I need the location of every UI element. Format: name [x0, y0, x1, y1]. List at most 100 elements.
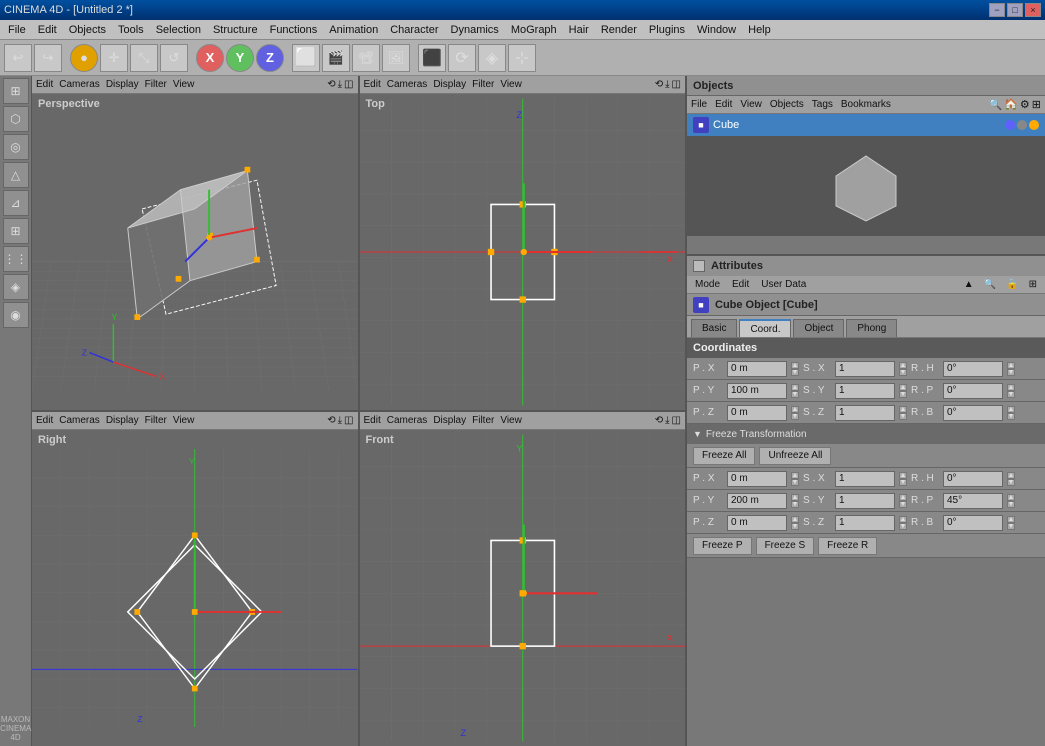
menu-character[interactable]: Character	[384, 22, 444, 38]
attr-icon-add[interactable]: ⊞	[1025, 278, 1041, 291]
freeze-all-button[interactable]: Freeze All	[693, 447, 755, 465]
vp-front-icon2[interactable]: ⤓	[665, 415, 669, 426]
vp-top-display[interactable]: Display	[433, 79, 466, 90]
obj-search-icon[interactable]: 🔍	[989, 98, 1003, 111]
coord-sx-input[interactable]: 1	[835, 361, 895, 377]
freeze-rp-input[interactable]: 45°	[943, 493, 1003, 509]
vp-top-view[interactable]: View	[500, 79, 522, 90]
vp-front-cameras[interactable]: Cameras	[387, 415, 428, 426]
vp-top-canvas[interactable]: Top	[360, 94, 686, 410]
vp-right-canvas[interactable]: Right	[32, 430, 358, 746]
menu-structure[interactable]: Structure	[207, 22, 264, 38]
menu-objects[interactable]: Objects	[63, 22, 112, 38]
coord-px-input[interactable]: 0 m	[727, 361, 787, 377]
coord-sy-input[interactable]: 1	[835, 383, 895, 399]
y-axis-button[interactable]: Y	[226, 44, 254, 72]
object-tool[interactable]: ⬜	[292, 44, 320, 72]
tab-basic[interactable]: Basic	[691, 319, 737, 337]
vp-icon3[interactable]: ◫	[344, 79, 353, 90]
freeze-r-button[interactable]: Freeze R	[818, 537, 877, 555]
left-btn-tool6[interactable]: ⊞	[3, 218, 29, 244]
obj-dot-orange[interactable]	[1029, 120, 1039, 130]
coord-rh-input[interactable]: 0°	[943, 361, 1003, 377]
attr-icon-search[interactable]: 🔍	[980, 278, 1000, 291]
freeze-sx-arrows[interactable]: ▲▼	[899, 472, 907, 486]
left-btn-select[interactable]: ⊞	[3, 78, 29, 104]
obj-menu-objects[interactable]: Objects	[770, 99, 804, 110]
menu-render[interactable]: Render	[595, 22, 643, 38]
freeze-rp-arrows[interactable]: ▲▼	[1007, 494, 1015, 508]
freeze-rb-input[interactable]: 0°	[943, 515, 1003, 531]
freeze-arrow-icon[interactable]: ▼	[693, 429, 702, 439]
vp-perspective-display[interactable]: Display	[106, 79, 139, 90]
vp-perspective-canvas[interactable]: Perspective	[32, 94, 358, 410]
unfreeze-all-button[interactable]: Unfreeze All	[759, 447, 831, 465]
left-btn-tool8[interactable]: ◈	[3, 274, 29, 300]
coord-py-input[interactable]: 100 m	[727, 383, 787, 399]
obj-dot-blue[interactable]	[1005, 120, 1015, 130]
vp-perspective-filter[interactable]: Filter	[145, 79, 167, 90]
obj-row-cube[interactable]: ■ Cube	[687, 114, 1045, 136]
coord-rh-arrows[interactable]: ▲▼	[1007, 362, 1015, 376]
maximize-button[interactable]: □	[1007, 3, 1023, 17]
render3-button[interactable]: 🖼	[382, 44, 410, 72]
coord-rp-input[interactable]: 0°	[943, 383, 1003, 399]
scene-tool[interactable]: ⊹	[508, 44, 536, 72]
coord-py-arrows[interactable]: ▲▼	[791, 384, 799, 398]
move-tool[interactable]: ✛	[100, 44, 128, 72]
obj-expand-icon[interactable]: ⊞	[1032, 98, 1041, 111]
attr-icon-lock[interactable]: 🔒	[1002, 278, 1022, 291]
menu-file[interactable]: File	[2, 22, 32, 38]
vp-right-icon2[interactable]: ⤓	[338, 415, 342, 426]
vp-icon1[interactable]: ⟲	[327, 79, 335, 90]
freeze-py-input[interactable]: 200 m	[727, 493, 787, 509]
freeze-px-input[interactable]: 0 m	[727, 471, 787, 487]
freeze-sx-input[interactable]: 1	[835, 471, 895, 487]
menu-plugins[interactable]: Plugins	[643, 22, 691, 38]
freeze-p-button[interactable]: Freeze P	[693, 537, 752, 555]
vp-top-cameras[interactable]: Cameras	[387, 79, 428, 90]
coord-pz-arrows[interactable]: ▲▼	[791, 406, 799, 420]
vp-perspective-edit[interactable]: Edit	[36, 79, 53, 90]
vp-right-icon3[interactable]: ◫	[344, 415, 353, 426]
tab-object[interactable]: Object	[793, 319, 844, 337]
close-button[interactable]: ×	[1025, 3, 1041, 17]
tab-coord[interactable]: Coord.	[739, 319, 791, 337]
vp-front-filter[interactable]: Filter	[472, 415, 494, 426]
obj-menu-tags[interactable]: Tags	[812, 99, 833, 110]
freeze-rb-arrows[interactable]: ▲▼	[1007, 516, 1015, 530]
coord-sy-arrows[interactable]: ▲▼	[899, 384, 907, 398]
vp-front-edit[interactable]: Edit	[364, 415, 381, 426]
vp-top-edit[interactable]: Edit	[364, 79, 381, 90]
menu-tools[interactable]: Tools	[112, 22, 150, 38]
select-tool[interactable]: ●	[70, 44, 98, 72]
left-btn-tool3[interactable]: ◎	[3, 134, 29, 160]
left-btn-tool4[interactable]: △	[3, 162, 29, 188]
obj-menu-bookmarks[interactable]: Bookmarks	[841, 99, 891, 110]
modifier-tool[interactable]: ⟳	[448, 44, 476, 72]
attr-icon-arrow[interactable]: ▲	[960, 278, 978, 291]
render2-button[interactable]: 📽	[352, 44, 380, 72]
vp-right-filter[interactable]: Filter	[145, 415, 167, 426]
vp-top-filter[interactable]: Filter	[472, 79, 494, 90]
vp-perspective-cameras[interactable]: Cameras	[59, 79, 100, 90]
render-button[interactable]: 🎬	[322, 44, 350, 72]
menu-selection[interactable]: Selection	[150, 22, 207, 38]
left-btn-tool2[interactable]: ⬡	[3, 106, 29, 132]
coord-px-arrows[interactable]: ▲▼	[791, 362, 799, 376]
vp-perspective-view[interactable]: View	[173, 79, 195, 90]
obj-menu-file[interactable]: File	[691, 99, 707, 110]
left-btn-tool9[interactable]: ◉	[3, 302, 29, 328]
vp-top-icon3[interactable]: ◫	[672, 79, 681, 90]
freeze-pz-arrows[interactable]: ▲▼	[791, 516, 799, 530]
coord-rp-arrows[interactable]: ▲▼	[1007, 384, 1015, 398]
vp-right-cameras[interactable]: Cameras	[59, 415, 100, 426]
deform-tool[interactable]: ◈	[478, 44, 506, 72]
menu-edit[interactable]: Edit	[32, 22, 63, 38]
obj-config-icon[interactable]: ⚙	[1020, 98, 1030, 111]
menu-dynamics[interactable]: Dynamics	[445, 22, 505, 38]
vp-icon2[interactable]: ⤓	[338, 79, 342, 90]
freeze-rh-input[interactable]: 0°	[943, 471, 1003, 487]
z-axis-button[interactable]: Z	[256, 44, 284, 72]
menu-animation[interactable]: Animation	[323, 22, 384, 38]
